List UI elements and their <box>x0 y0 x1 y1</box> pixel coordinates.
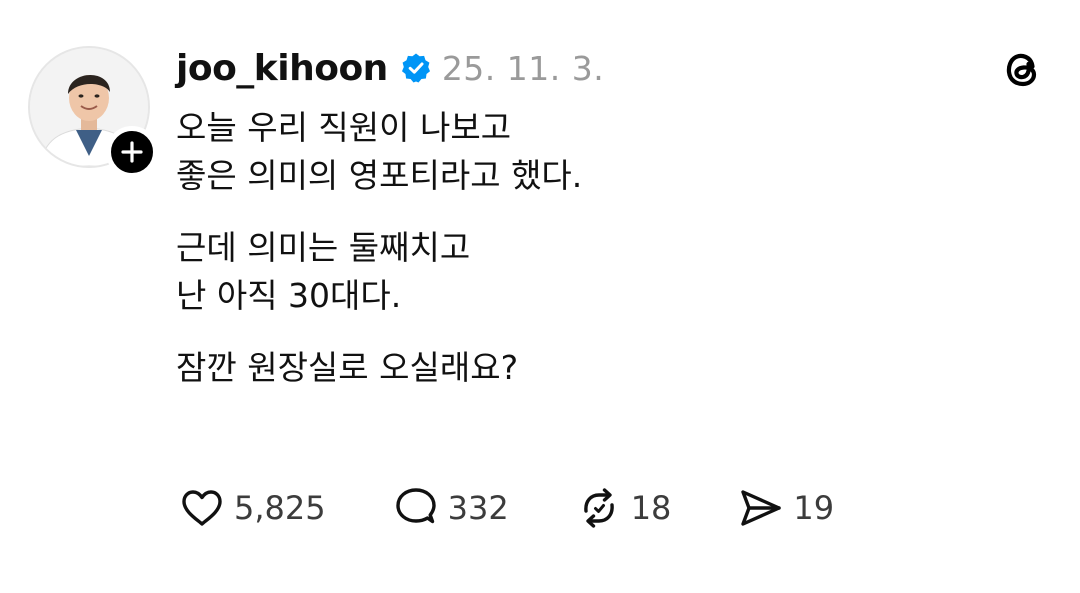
like-count: 5,825 <box>234 489 326 527</box>
share-count: 19 <box>793 489 835 527</box>
post-body: 오늘 우리 직원이 나보고 좋은 의미의 영포티라고 했다. 근데 의미는 둘째… <box>176 104 1016 416</box>
thread-post: joo_kihoon 25. 11. 3. 오늘 우리 직원이 나보고 좋은 의… <box>0 0 1080 593</box>
heart-icon <box>182 490 222 526</box>
plus-icon <box>121 141 143 163</box>
reply-button[interactable]: 332 <box>392 484 509 532</box>
post-actions: 5,825 332 18 19 <box>178 482 834 534</box>
username[interactable]: joo_kihoon <box>176 48 388 89</box>
post-timestamp: 25. 11. 3. <box>441 48 605 88</box>
post-paragraph-1: 오늘 우리 직원이 나보고 좋은 의미의 영포티라고 했다. <box>176 108 583 195</box>
repost-count: 18 <box>630 489 672 527</box>
post-paragraph-2: 근데 의미는 둘째치고 난 아직 30대다. <box>176 228 471 315</box>
verified-badge-icon <box>401 53 430 83</box>
threads-logo-icon[interactable] <box>998 44 1046 92</box>
post-paragraph-3: 잠깐 원장실로 오실래요? <box>176 348 519 387</box>
comment-bubble-icon <box>395 488 436 524</box>
reply-count: 332 <box>447 489 509 527</box>
follow-button[interactable] <box>106 126 158 178</box>
like-button[interactable]: 5,825 <box>178 484 326 532</box>
repost-button[interactable]: 18 <box>575 484 672 532</box>
repost-icon <box>583 488 614 528</box>
send-icon <box>741 490 782 526</box>
post-header: joo_kihoon 25. 11. 3. <box>176 44 604 92</box>
avatar-container <box>28 46 158 178</box>
share-button[interactable]: 19 <box>737 484 834 532</box>
